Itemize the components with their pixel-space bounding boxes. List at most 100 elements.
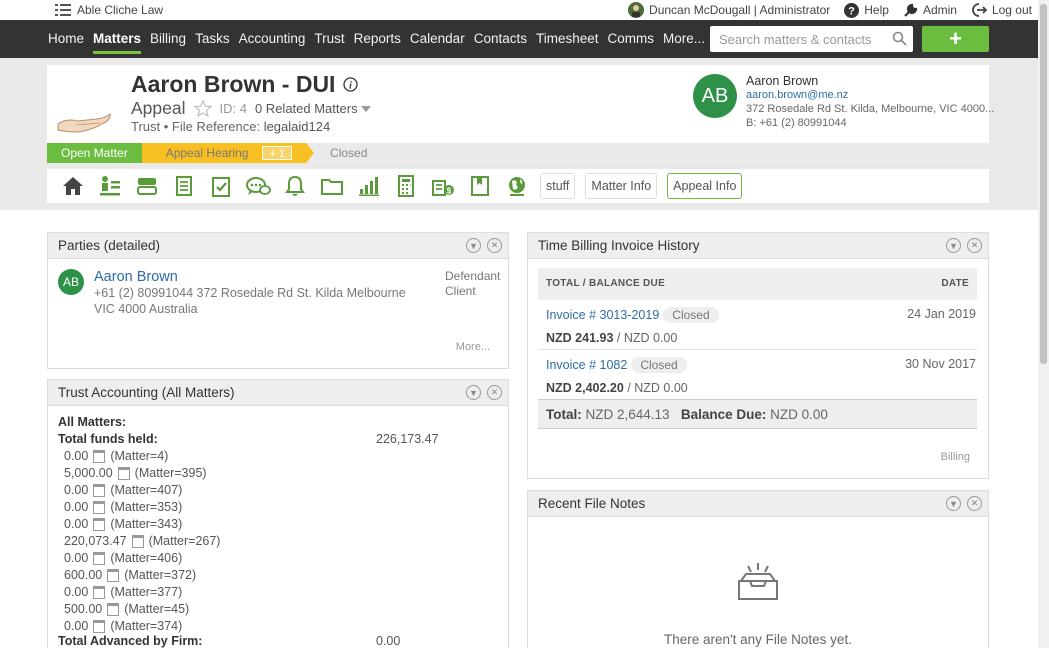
appeal-info-button[interactable]: Appeal Info: [667, 173, 743, 199]
nav-link-reports[interactable]: Reports: [354, 20, 401, 58]
col-total[interactable]: TOTAL / BALANCE DUE: [546, 278, 665, 289]
trust-matter-link[interactable]: (Matter=406): [110, 551, 182, 565]
statement-icon[interactable]: [93, 551, 106, 565]
svg-text:$: $: [446, 187, 451, 196]
collapse-icon[interactable]: ▼: [946, 238, 961, 253]
client-card: AB Aaron Brown aaron.brown@me.nz 372 Ros…: [693, 74, 994, 130]
parties-icon[interactable]: [96, 173, 123, 200]
statement-icon[interactable]: [93, 449, 106, 463]
statement-icon[interactable]: [93, 517, 106, 531]
home-icon[interactable]: [59, 173, 86, 200]
trust-matter-row: 220,073.47 (Matter=267): [64, 534, 220, 548]
nav-link-accounting[interactable]: Accounting: [239, 20, 306, 58]
trust-matter-link[interactable]: (Matter=45): [124, 602, 189, 616]
add-button[interactable]: +: [922, 26, 989, 52]
statement-icon[interactable]: [117, 466, 130, 480]
statement-icon[interactable]: [93, 585, 106, 599]
tasks-icon[interactable]: [207, 173, 234, 200]
comms-icon[interactable]: [244, 173, 271, 200]
workflow-open-matter[interactable]: Open Matter: [47, 143, 150, 163]
trust-matter-link[interactable]: (Matter=343): [110, 517, 182, 531]
help-link[interactable]: ? Help: [844, 2, 889, 18]
nav-link-billing[interactable]: Billing: [150, 20, 186, 58]
nav-link-contacts[interactable]: Contacts: [474, 20, 527, 58]
balance-due-value: NZD 0.00: [770, 407, 828, 422]
file-notes-header: Recent File Notes ▼ ✕: [528, 491, 988, 517]
statement-icon[interactable]: [107, 568, 120, 582]
user-menu[interactable]: Duncan McDougall | Administrator: [628, 2, 830, 18]
trust-matter-link[interactable]: (Matter=353): [110, 500, 182, 514]
statement-icon[interactable]: [93, 500, 106, 514]
workflow-plus-badge[interactable]: + 1: [262, 146, 293, 160]
collapse-icon[interactable]: ▼: [466, 238, 481, 253]
party-avatar[interactable]: AB: [58, 269, 84, 295]
invoice-link[interactable]: Invoice # 1082: [546, 358, 627, 372]
search-input[interactable]: Search matters & contacts: [710, 26, 913, 52]
trust-matter-link[interactable]: (Matter=372): [124, 568, 196, 582]
book-icon[interactable]: [466, 173, 493, 200]
calculator-icon[interactable]: [392, 173, 419, 200]
matter-info-button[interactable]: Matter Info: [585, 173, 658, 199]
trust-advanced-value: 0.00: [376, 634, 401, 648]
statement-icon[interactable]: [131, 534, 144, 548]
nav-link-tasks[interactable]: Tasks: [195, 20, 230, 58]
nav-link-trust[interactable]: Trust: [314, 20, 344, 58]
search-icon[interactable]: [892, 31, 907, 46]
nav-link-more[interactable]: More...: [663, 20, 705, 58]
invoice-row: Invoice # 1082 Closed 30 Nov 2017 NZD 2,4…: [546, 357, 976, 395]
party-name[interactable]: Aaron Brown: [94, 269, 424, 285]
logout-link[interactable]: Log out: [971, 3, 1032, 17]
scrollbar[interactable]: [1038, 0, 1049, 648]
search-placeholder: Search matters & contacts: [719, 32, 872, 47]
nav-link-timesheet[interactable]: Timesheet: [536, 20, 599, 58]
notes-icon[interactable]: [170, 173, 197, 200]
workflow-current-label: Appeal Hearing: [165, 146, 249, 160]
stuff-button[interactable]: stuff: [540, 173, 576, 199]
invoice-link[interactable]: Invoice # 3013-2019: [546, 308, 659, 322]
trust-panel-header: Trust Accounting (All Matters) ▼ ✕: [48, 380, 508, 406]
invoice-balance: / NZD 0.00: [627, 381, 688, 395]
scrollbar-thumb[interactable]: [1040, 4, 1047, 364]
trust-matter-link[interactable]: (Matter=374): [110, 619, 182, 633]
statement-icon[interactable]: [93, 619, 106, 633]
star-icon[interactable]: [193, 100, 212, 117]
folder-icon[interactable]: [318, 173, 345, 200]
col-date[interactable]: DATE: [941, 278, 969, 289]
nav-link-comms[interactable]: Comms: [608, 20, 655, 58]
client-name[interactable]: Aaron Brown: [746, 74, 994, 88]
close-icon[interactable]: ✕: [487, 238, 502, 253]
statement-icon[interactable]: [107, 602, 120, 616]
collapse-icon[interactable]: ▼: [466, 385, 481, 400]
close-icon[interactable]: ✕: [487, 385, 502, 400]
bell-icon[interactable]: [281, 173, 308, 200]
close-icon[interactable]: ✕: [967, 238, 982, 253]
trust-matter-link[interactable]: (Matter=4): [110, 449, 168, 463]
collapse-icon[interactable]: ▼: [946, 496, 961, 511]
stack-icon[interactable]: [133, 173, 160, 200]
firm-brand[interactable]: Able Cliche Law: [55, 3, 163, 17]
list-menu-icon[interactable]: [55, 4, 71, 16]
nav-link-calendar[interactable]: Calendar: [410, 20, 465, 58]
trust-matter-link[interactable]: (Matter=267): [149, 534, 221, 548]
client-email[interactable]: aaron.brown@me.nz: [746, 88, 994, 102]
statement-icon[interactable]: [93, 483, 106, 497]
chart-icon[interactable]: [355, 173, 382, 200]
info-icon[interactable]: i: [343, 77, 359, 92]
close-icon[interactable]: ✕: [967, 496, 982, 511]
parties-more-link[interactable]: More...: [456, 341, 490, 353]
trust-matter-link[interactable]: (Matter=407): [110, 483, 182, 497]
nav-link-matters[interactable]: Matters: [93, 20, 142, 58]
trust-matter-link[interactable]: (Matter=395): [135, 466, 207, 480]
nav-link-home[interactable]: Home: [48, 20, 84, 58]
matter-title: Aaron Brown - DUI i: [131, 71, 359, 98]
client-avatar[interactable]: AB: [693, 74, 737, 118]
billing-link[interactable]: Billing: [941, 451, 970, 463]
workflow-appeal-hearing[interactable]: Appeal Hearing + 1: [141, 143, 315, 163]
globe-icon[interactable]: [503, 173, 530, 200]
admin-link[interactable]: Admin: [903, 3, 957, 18]
related-matters-dropdown[interactable]: 0 Related Matters: [255, 101, 372, 116]
workflow-closed[interactable]: Closed: [306, 146, 367, 160]
inbox-icon: [738, 563, 778, 600]
billing-icon[interactable]: $: [429, 173, 456, 200]
trust-matter-link[interactable]: (Matter=377): [110, 585, 182, 599]
